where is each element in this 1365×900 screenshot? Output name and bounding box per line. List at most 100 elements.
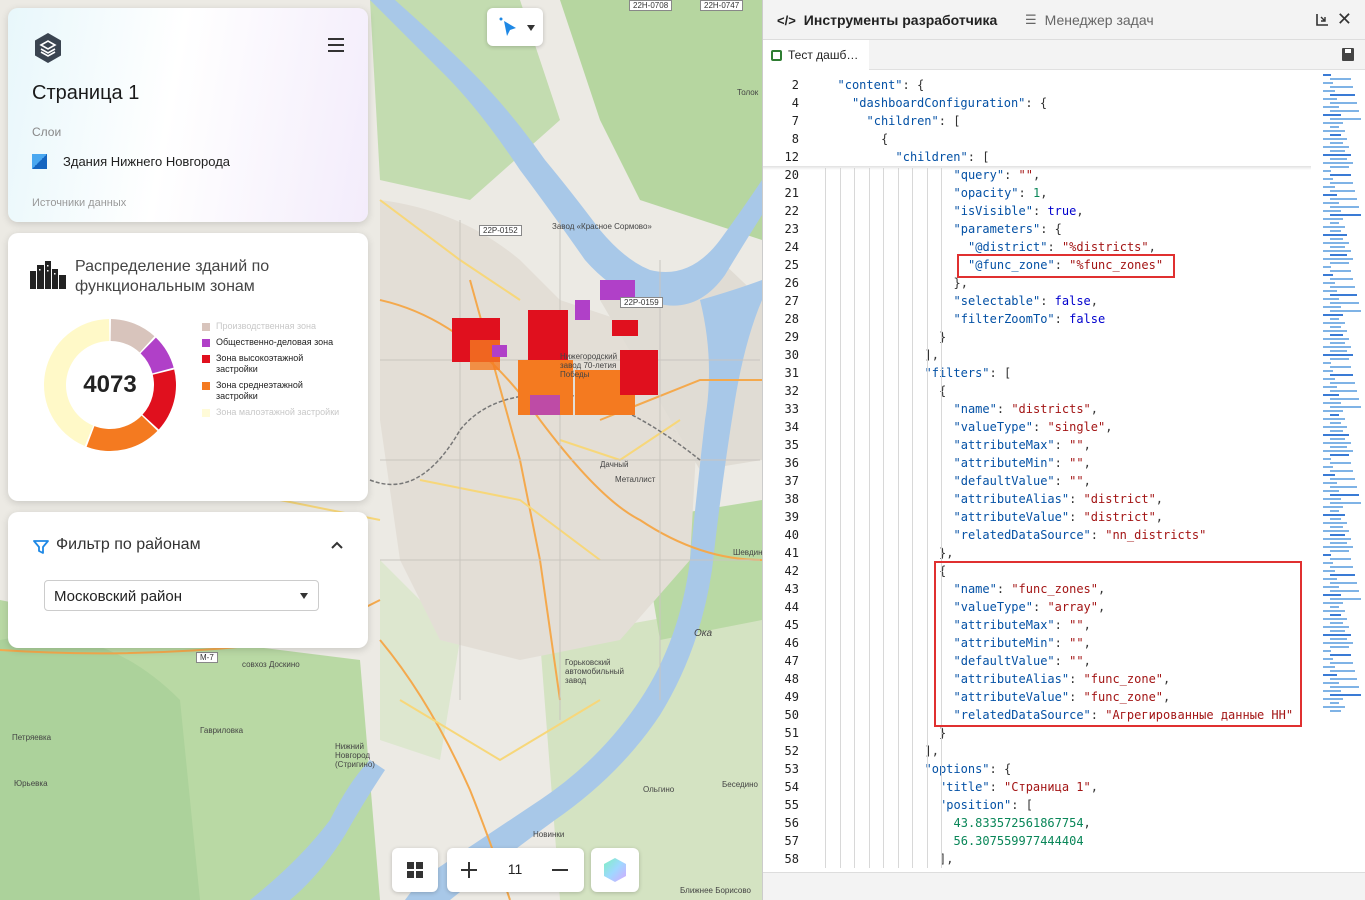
file-tab[interactable]: Тест дашб… (763, 40, 869, 70)
select-tool-button[interactable] (487, 8, 543, 46)
code-text: "name": "districts", (953, 402, 1099, 416)
minimap-line (1330, 278, 1353, 280)
minimap-line (1330, 406, 1361, 408)
line-number: 48 (784, 672, 799, 686)
menu-icon[interactable] (328, 38, 344, 52)
minimap-line (1330, 102, 1357, 104)
minimap-line (1323, 226, 1345, 228)
tab-task-manager[interactable]: ☰ Менеджер задач (1025, 0, 1154, 40)
minimap-line (1330, 438, 1345, 440)
chevron-down-icon (527, 25, 535, 31)
line-number: 7 (791, 114, 799, 128)
logo-icon (35, 33, 61, 63)
legend-item[interactable]: Зона малоэтажной застройки (202, 407, 342, 418)
minimap-line (1323, 362, 1331, 364)
minimap-line (1323, 418, 1345, 420)
editor-minimap[interactable] (1319, 72, 1365, 732)
code-text: "valueType": "single", (953, 420, 1113, 434)
code-text: "isVisible": true, (953, 204, 1084, 218)
tab-devtools[interactable]: </> Инструменты разработчика (777, 0, 997, 40)
code-text: "dashboardConfiguration": { (852, 96, 1048, 110)
data-sources-label[interactable]: Источники данных (32, 197, 126, 209)
code-text: "parameters": { (953, 222, 1062, 236)
minimap-line (1323, 674, 1337, 676)
legend-item[interactable]: Общественно-деловая зона (202, 337, 342, 348)
minimap-line (1323, 394, 1339, 396)
line-number: 22 (784, 204, 799, 218)
minimap-line (1330, 230, 1341, 232)
minimap-line (1323, 618, 1347, 620)
chevron-up-icon[interactable] (330, 540, 344, 550)
minimap-line (1323, 530, 1349, 532)
line-number: 38 (784, 492, 799, 506)
minimap-line (1323, 122, 1343, 124)
minimap-line (1330, 654, 1351, 656)
legend-item[interactable]: Производственная зона (202, 321, 342, 332)
minimap-line (1323, 634, 1351, 636)
minimap-line (1330, 550, 1349, 552)
layer-name: Здания Нижнего Новгорода (63, 154, 231, 169)
line-number: 8 (791, 132, 799, 146)
minimap-line (1330, 630, 1345, 632)
code-line: 52], (763, 742, 1311, 760)
map-label: Толок (737, 88, 759, 97)
minimap-line (1323, 322, 1345, 324)
map-label: Нижегородский завод 70-летия Победы (560, 352, 618, 379)
minimap-line (1323, 354, 1353, 356)
legend-item[interactable]: Зона среднеэтажной застройки (202, 380, 342, 402)
code-line: 8{ (763, 130, 1311, 148)
minimap-line (1330, 470, 1353, 472)
minimap-line (1323, 594, 1341, 596)
basemap-switch-button[interactable] (591, 848, 639, 892)
minimap-line (1323, 274, 1333, 276)
line-number: 21 (784, 186, 799, 200)
minimap-line (1323, 690, 1341, 692)
minimap-line (1330, 710, 1341, 712)
zoom-out-button[interactable] (548, 858, 572, 882)
code-editor[interactable]: 2 "content": {4 "dashboardConfiguration": … (763, 72, 1311, 872)
minimap-line (1323, 210, 1341, 212)
widgets-grid-button[interactable] (392, 848, 438, 892)
minimap-line (1330, 542, 1347, 544)
devtools-statusbar (763, 872, 1365, 900)
minimap-line (1330, 326, 1341, 328)
indent-guide (941, 168, 942, 868)
map-label: Беседино (722, 780, 758, 789)
close-icon[interactable]: ✕ (1337, 10, 1352, 28)
code-text: "children": [ (866, 114, 961, 128)
donut-slice[interactable] (86, 415, 158, 451)
minimap-line (1330, 366, 1351, 368)
minimap-line (1323, 578, 1337, 580)
minimap-line (1323, 586, 1339, 588)
code-line: 35 "attributeMax": "", (763, 436, 1311, 454)
line-number: 36 (784, 456, 799, 470)
code-line: 28 "filterZoomTo": false (763, 310, 1311, 328)
line-number: 2 (791, 78, 799, 92)
code-line: 4 "dashboardConfiguration": { (763, 94, 1311, 112)
legend-swatch (202, 323, 210, 331)
filter-icon (33, 540, 49, 554)
district-select[interactable]: Московский район (44, 580, 319, 611)
legend-item[interactable]: Зона высокоэтажной застройки (202, 353, 342, 375)
dock-icon[interactable] (1314, 12, 1330, 28)
code-line: 23 "parameters": { (763, 220, 1311, 238)
minimap-line (1330, 422, 1341, 424)
minimap-line (1330, 486, 1357, 488)
minimap-line (1323, 170, 1331, 172)
road-badge: 22Р-0152 (479, 225, 522, 236)
minimap-line (1323, 434, 1349, 436)
minimap-line (1323, 338, 1349, 340)
minimap-line (1323, 562, 1333, 564)
pointer-icon (499, 17, 535, 36)
line-number: 52 (784, 744, 799, 758)
save-icon[interactable] (1342, 48, 1354, 61)
line-number: 30 (784, 348, 799, 362)
minimap-line (1330, 214, 1361, 216)
minimap-line (1330, 198, 1357, 200)
layer-item[interactable]: Здания Нижнего Новгорода (32, 154, 230, 169)
minimap-line (1323, 682, 1339, 684)
line-number: 35 (784, 438, 799, 452)
minimap-line (1323, 130, 1345, 132)
zoom-in-button[interactable] (457, 858, 481, 882)
map-label: Нижний Новгород (Стригино) (335, 742, 375, 769)
